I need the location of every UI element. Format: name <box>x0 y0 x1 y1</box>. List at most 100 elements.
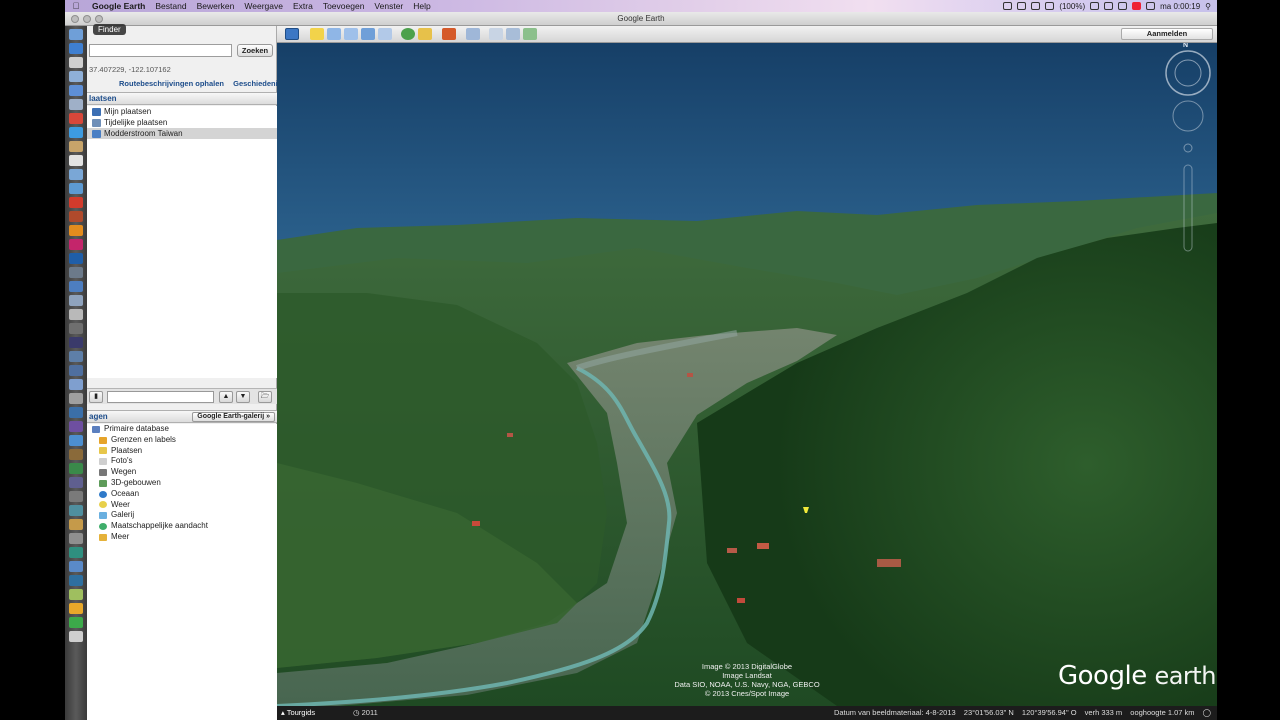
app-icon[interactable] <box>69 323 83 334</box>
app-icon[interactable] <box>69 463 83 474</box>
move-down-icon[interactable]: ▼ <box>236 391 250 403</box>
print-icon[interactable] <box>506 28 520 40</box>
compass-control[interactable] <box>1166 51 1210 95</box>
wifi-icon[interactable] <box>1118 2 1128 10</box>
places-panel-header[interactable]: laatsen <box>87 92 277 105</box>
lightroom-icon[interactable] <box>69 267 83 278</box>
layer-3d-buildings[interactable]: 3D-gebouwen <box>87 478 277 489</box>
search-button[interactable]: Zoeken <box>237 44 273 57</box>
search-input[interactable] <box>89 44 232 57</box>
battery-icon[interactable] <box>1090 2 1100 10</box>
layer-ocean[interactable]: Oceaan <box>87 489 277 500</box>
app-icon[interactable] <box>69 407 83 418</box>
move-up-icon[interactable]: ▲ <box>219 391 233 403</box>
history-link[interactable]: Geschiedenis <box>233 79 282 88</box>
record-tour-icon[interactable] <box>378 28 392 40</box>
appstore-icon[interactable] <box>69 183 83 194</box>
layer-roads[interactable]: Wegen <box>87 467 277 478</box>
dropbox-icon[interactable] <box>1031 2 1041 10</box>
planets-icon[interactable] <box>442 28 456 40</box>
menu-bewerken[interactable]: Bewerken <box>192 1 240 11</box>
acrobat-icon[interactable] <box>69 197 83 208</box>
menu-weergave[interactable]: Weergave <box>239 1 288 11</box>
places-item-my-places[interactable]: Mijn plaatsen <box>87 106 277 117</box>
login-button[interactable]: Aanmelden <box>1121 28 1213 40</box>
places-search-input[interactable] <box>107 391 214 403</box>
layer-global-awareness[interactable]: Maatschappelijke aandacht <box>87 521 277 532</box>
bridge-icon[interactable] <box>69 211 83 222</box>
layer-photos[interactable]: Foto's <box>87 456 277 467</box>
ruler-icon[interactable] <box>466 28 480 40</box>
menu-extra[interactable]: Extra <box>288 1 318 11</box>
places-item-mudflow-taiwan[interactable]: Modderstroom Taiwan <box>87 128 277 139</box>
polygon-icon[interactable] <box>327 28 341 40</box>
layer-weather[interactable]: Weer <box>87 500 277 511</box>
bluetooth-icon[interactable] <box>1104 2 1114 10</box>
app-icon[interactable] <box>69 533 83 544</box>
layer-borders-labels[interactable]: Grenzen en labels <box>87 435 277 446</box>
mail-icon[interactable] <box>69 71 83 82</box>
zoom-window-icon[interactable] <box>95 15 103 23</box>
twitter-icon[interactable] <box>69 127 83 138</box>
tour-guide-button[interactable]: ▴ Tourgids <box>281 706 315 720</box>
path-icon[interactable] <box>344 28 358 40</box>
screen-capture-icon[interactable] <box>1003 2 1013 10</box>
earth-view[interactable]: N Image © 2013 DigitalGlobe Image Landsa… <box>277 43 1217 706</box>
sunlight-icon[interactable] <box>418 28 432 40</box>
layer-places[interactable]: Plaatsen <box>87 446 277 457</box>
app-icon[interactable] <box>69 617 83 628</box>
menu-venster[interactable]: Venster <box>369 1 408 11</box>
directions-link[interactable]: Routebeschrijvingen ophalen <box>119 79 224 88</box>
app-icon[interactable] <box>69 477 83 488</box>
email-icon[interactable] <box>489 28 503 40</box>
sidebar-toggle-icon[interactable] <box>285 28 299 40</box>
apple-menu-icon[interactable]:  <box>65 1 87 11</box>
gallery-button[interactable]: Google Earth-galerij » <box>192 412 275 422</box>
app-icon[interactable] <box>69 603 83 614</box>
view-in-maps-icon[interactable] <box>523 28 537 40</box>
app-icon[interactable] <box>69 547 83 558</box>
app-icon[interactable] <box>69 589 83 600</box>
app-icon[interactable] <box>69 309 83 320</box>
menu-help[interactable]: Help <box>408 1 435 11</box>
indesign-icon[interactable] <box>69 239 83 250</box>
app-icon[interactable] <box>69 491 83 502</box>
itunes-icon[interactable] <box>69 169 83 180</box>
zoom-slider[interactable] <box>1184 165 1192 251</box>
time-machine-icon[interactable] <box>1045 2 1055 10</box>
look-joystick[interactable] <box>1173 101 1203 131</box>
app-icon[interactable] <box>69 421 83 432</box>
image-overlay-icon[interactable] <box>361 28 375 40</box>
layers-panel-header[interactable]: agen Google Earth-galerij » <box>87 410 277 423</box>
app-icon[interactable] <box>69 561 83 572</box>
layer-more[interactable]: Meer <box>87 532 277 543</box>
places-item-temporary[interactable]: Tijdelijke plaatsen <box>87 117 277 128</box>
app-icon[interactable] <box>69 393 83 404</box>
new-folder-icon[interactable]: 🗁 <box>258 391 272 403</box>
spotlight-icon[interactable]: ⚲ <box>1205 2 1211 11</box>
minimize-window-icon[interactable] <box>83 15 91 23</box>
app-icon[interactable] <box>69 519 83 530</box>
historical-year[interactable]: ◷ 2011 <box>353 706 378 720</box>
historical-imagery-icon[interactable] <box>401 28 415 40</box>
calendar-icon[interactable] <box>69 155 83 166</box>
contacts-icon[interactable] <box>69 99 83 110</box>
battery-label[interactable]: (100%) <box>1059 2 1085 11</box>
sidebar-toggle-icon[interactable]: ▮ <box>89 391 103 403</box>
layer-gallery[interactable]: Galerij <box>87 510 277 521</box>
app-icon[interactable] <box>69 379 83 390</box>
layer-primary-database[interactable]: Primaire database <box>87 424 277 435</box>
menu-toevoegen[interactable]: Toevoegen <box>318 1 370 11</box>
finder-icon[interactable] <box>69 29 83 40</box>
app-icon[interactable] <box>69 295 83 306</box>
trash-icon[interactable] <box>69 631 83 642</box>
volume-icon[interactable] <box>1146 2 1156 10</box>
app-icon[interactable] <box>69 505 83 516</box>
system-prefs-icon[interactable] <box>69 57 83 68</box>
menu-app[interactable]: Google Earth <box>87 1 150 11</box>
chrome-icon[interactable] <box>69 113 83 124</box>
app-icon[interactable] <box>69 435 83 446</box>
photoshop-icon[interactable] <box>69 253 83 264</box>
flag-icon[interactable] <box>1132 2 1142 10</box>
notes-icon[interactable] <box>69 141 83 152</box>
